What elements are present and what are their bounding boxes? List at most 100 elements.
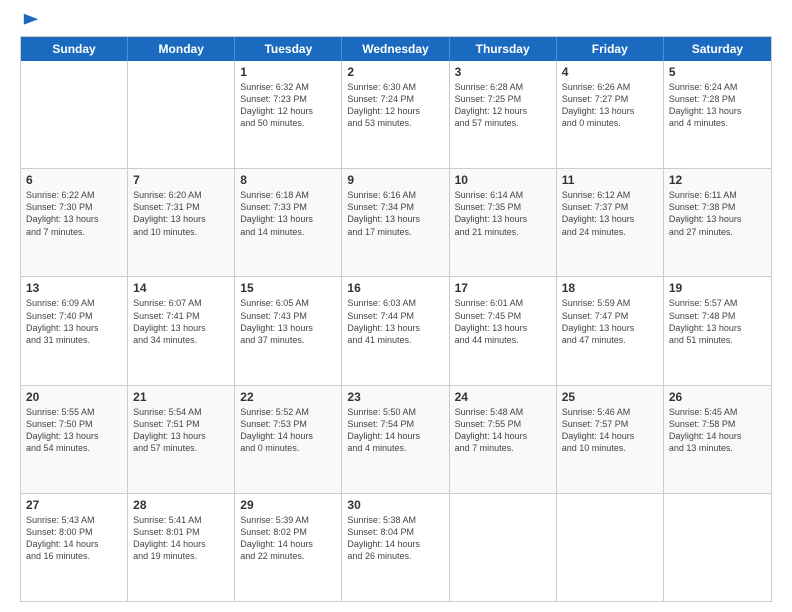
- weekday-header-sunday: Sunday: [21, 37, 128, 61]
- day-info: Sunrise: 6:22 AM Sunset: 7:30 PM Dayligh…: [26, 189, 122, 238]
- weekday-header-tuesday: Tuesday: [235, 37, 342, 61]
- weekday-header-friday: Friday: [557, 37, 664, 61]
- day-number: 9: [347, 173, 443, 187]
- calendar-row-1: 1 Sunrise: 6:32 AM Sunset: 7:23 PM Daylig…: [21, 61, 771, 168]
- day-info: Sunrise: 5:39 AM Sunset: 8:02 PM Dayligh…: [240, 514, 336, 563]
- logo: [20, 16, 40, 26]
- day-number: 12: [669, 173, 766, 187]
- day-number: 18: [562, 281, 658, 295]
- day-info: Sunrise: 6:32 AM Sunset: 7:23 PM Dayligh…: [240, 81, 336, 130]
- day-number: 28: [133, 498, 229, 512]
- day-info: Sunrise: 6:14 AM Sunset: 7:35 PM Dayligh…: [455, 189, 551, 238]
- day-number: 21: [133, 390, 229, 404]
- day-info: Sunrise: 6:12 AM Sunset: 7:37 PM Dayligh…: [562, 189, 658, 238]
- day-cell-18: 18 Sunrise: 5:59 AM Sunset: 7:47 PM Dayli…: [557, 277, 664, 384]
- day-cell-13: 13Sunrise: 6:09 AM Sunset: 7:40 PM Dayli…: [21, 277, 128, 384]
- day-cell-22: 22 Sunrise: 5:52 AM Sunset: 7:53 PM Dayli…: [235, 386, 342, 493]
- day-info: Sunrise: 6:11 AM Sunset: 7:38 PM Dayligh…: [669, 189, 766, 238]
- day-info: Sunrise: 5:41 AM Sunset: 8:01 PM Dayligh…: [133, 514, 229, 563]
- day-cell-29: 29 Sunrise: 5:39 AM Sunset: 8:02 PM Dayli…: [235, 494, 342, 601]
- day-cell-21: 21 Sunrise: 5:54 AM Sunset: 7:51 PM Dayli…: [128, 386, 235, 493]
- day-info: Sunrise: 5:48 AM Sunset: 7:55 PM Dayligh…: [455, 406, 551, 455]
- day-cell-9: 9Sunrise: 6:16 AM Sunset: 7:34 PM Daylig…: [342, 169, 449, 276]
- day-info: Sunrise: 5:55 AM Sunset: 7:50 PM Dayligh…: [26, 406, 122, 455]
- day-cell-23: 23Sunrise: 5:50 AM Sunset: 7:54 PM Dayli…: [342, 386, 449, 493]
- day-info: Sunrise: 6:05 AM Sunset: 7:43 PM Dayligh…: [240, 297, 336, 346]
- day-info: Sunrise: 5:54 AM Sunset: 7:51 PM Dayligh…: [133, 406, 229, 455]
- day-number: 3: [455, 65, 551, 79]
- day-info: Sunrise: 5:45 AM Sunset: 7:58 PM Dayligh…: [669, 406, 766, 455]
- day-info: Sunrise: 5:59 AM Sunset: 7:47 PM Dayligh…: [562, 297, 658, 346]
- day-number: 22: [240, 390, 336, 404]
- day-number: 5: [669, 65, 766, 79]
- empty-cell-r4c4: [450, 494, 557, 601]
- day-cell-26: 26 Sunrise: 5:45 AM Sunset: 7:58 PM Dayli…: [664, 386, 771, 493]
- calendar-row-5: 27Sunrise: 5:43 AM Sunset: 8:00 PM Dayli…: [21, 493, 771, 601]
- empty-cell-r4c5: [557, 494, 664, 601]
- page: SundayMondayTuesdayWednesdayThursdayFrid…: [0, 0, 792, 612]
- day-info: Sunrise: 6:30 AM Sunset: 7:24 PM Dayligh…: [347, 81, 443, 130]
- day-number: 14: [133, 281, 229, 295]
- weekday-header-thursday: Thursday: [450, 37, 557, 61]
- calendar-row-4: 20 Sunrise: 5:55 AM Sunset: 7:50 PM Dayli…: [21, 385, 771, 493]
- day-number: 26: [669, 390, 766, 404]
- day-cell-5: 5 Sunrise: 6:24 AM Sunset: 7:28 PM Daylig…: [664, 61, 771, 168]
- day-number: 23: [347, 390, 443, 404]
- day-info: Sunrise: 5:43 AM Sunset: 8:00 PM Dayligh…: [26, 514, 122, 563]
- day-info: Sunrise: 6:01 AM Sunset: 7:45 PM Dayligh…: [455, 297, 551, 346]
- weekday-header-wednesday: Wednesday: [342, 37, 449, 61]
- empty-cell-r4c6: [664, 494, 771, 601]
- day-cell-8: 8 Sunrise: 6:18 AM Sunset: 7:33 PM Daylig…: [235, 169, 342, 276]
- day-cell-30: 30 Sunrise: 5:38 AM Sunset: 8:04 PM Dayli…: [342, 494, 449, 601]
- day-cell-14: 14 Sunrise: 6:07 AM Sunset: 7:41 PM Dayli…: [128, 277, 235, 384]
- day-number: 8: [240, 173, 336, 187]
- day-info: Sunrise: 5:57 AM Sunset: 7:48 PM Dayligh…: [669, 297, 766, 346]
- day-number: 10: [455, 173, 551, 187]
- day-cell-4: 4Sunrise: 6:26 AM Sunset: 7:27 PM Daylig…: [557, 61, 664, 168]
- day-number: 11: [562, 173, 658, 187]
- calendar-body: 1 Sunrise: 6:32 AM Sunset: 7:23 PM Daylig…: [21, 61, 771, 601]
- day-info: Sunrise: 6:07 AM Sunset: 7:41 PM Dayligh…: [133, 297, 229, 346]
- day-number: 16: [347, 281, 443, 295]
- weekday-header-saturday: Saturday: [664, 37, 771, 61]
- day-number: 17: [455, 281, 551, 295]
- day-number: 29: [240, 498, 336, 512]
- day-number: 7: [133, 173, 229, 187]
- day-info: Sunrise: 6:18 AM Sunset: 7:33 PM Dayligh…: [240, 189, 336, 238]
- day-number: 20: [26, 390, 122, 404]
- day-cell-7: 7Sunrise: 6:20 AM Sunset: 7:31 PM Daylig…: [128, 169, 235, 276]
- empty-cell-r0c0: [21, 61, 128, 168]
- day-cell-17: 17 Sunrise: 6:01 AM Sunset: 7:45 PM Dayli…: [450, 277, 557, 384]
- day-cell-1: 1 Sunrise: 6:32 AM Sunset: 7:23 PM Daylig…: [235, 61, 342, 168]
- day-number: 24: [455, 390, 551, 404]
- day-cell-24: 24 Sunrise: 5:48 AM Sunset: 7:55 PM Dayli…: [450, 386, 557, 493]
- day-number: 6: [26, 173, 122, 187]
- day-cell-10: 10 Sunrise: 6:14 AM Sunset: 7:35 PM Dayli…: [450, 169, 557, 276]
- day-info: Sunrise: 6:24 AM Sunset: 7:28 PM Dayligh…: [669, 81, 766, 130]
- day-number: 30: [347, 498, 443, 512]
- day-info: Sunrise: 5:46 AM Sunset: 7:57 PM Dayligh…: [562, 406, 658, 455]
- day-number: 15: [240, 281, 336, 295]
- day-cell-19: 19 Sunrise: 5:57 AM Sunset: 7:48 PM Dayli…: [664, 277, 771, 384]
- day-info: Sunrise: 5:52 AM Sunset: 7:53 PM Dayligh…: [240, 406, 336, 455]
- day-info: Sunrise: 5:38 AM Sunset: 8:04 PM Dayligh…: [347, 514, 443, 563]
- logo-flag-icon: [22, 12, 40, 30]
- calendar: SundayMondayTuesdayWednesdayThursdayFrid…: [20, 36, 772, 602]
- weekday-header-monday: Monday: [128, 37, 235, 61]
- day-cell-12: 12 Sunrise: 6:11 AM Sunset: 7:38 PM Dayli…: [664, 169, 771, 276]
- calendar-row-3: 13Sunrise: 6:09 AM Sunset: 7:40 PM Dayli…: [21, 276, 771, 384]
- day-cell-15: 15 Sunrise: 6:05 AM Sunset: 7:43 PM Dayli…: [235, 277, 342, 384]
- calendar-row-2: 6 Sunrise: 6:22 AM Sunset: 7:30 PM Daylig…: [21, 168, 771, 276]
- day-number: 1: [240, 65, 336, 79]
- header: [20, 16, 772, 26]
- day-info: Sunrise: 6:28 AM Sunset: 7:25 PM Dayligh…: [455, 81, 551, 130]
- day-number: 13: [26, 281, 122, 295]
- empty-cell-r0c1: [128, 61, 235, 168]
- day-cell-27: 27Sunrise: 5:43 AM Sunset: 8:00 PM Dayli…: [21, 494, 128, 601]
- day-cell-28: 28 Sunrise: 5:41 AM Sunset: 8:01 PM Dayli…: [128, 494, 235, 601]
- day-cell-2: 2Sunrise: 6:30 AM Sunset: 7:24 PM Daylig…: [342, 61, 449, 168]
- day-info: Sunrise: 6:03 AM Sunset: 7:44 PM Dayligh…: [347, 297, 443, 346]
- day-number: 19: [669, 281, 766, 295]
- day-info: Sunrise: 6:26 AM Sunset: 7:27 PM Dayligh…: [562, 81, 658, 130]
- day-cell-11: 11 Sunrise: 6:12 AM Sunset: 7:37 PM Dayli…: [557, 169, 664, 276]
